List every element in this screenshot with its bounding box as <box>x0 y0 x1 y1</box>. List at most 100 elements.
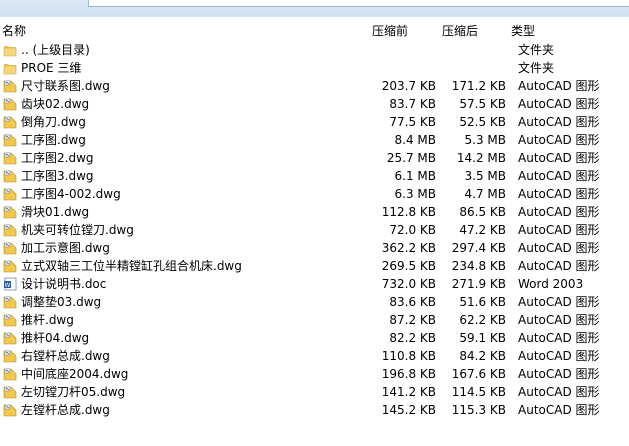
file-name: 齿块02.dwg <box>21 97 90 111</box>
file-name: 机夹可转位镗刀.dwg <box>21 223 134 237</box>
file-row[interactable]: 推杆04.dwg 82.2 KB 59.1 KB AutoCAD 图形 <box>0 329 629 347</box>
file-name: 尺寸联系图.dwg <box>21 79 110 93</box>
file-type: AutoCAD 图形 <box>518 385 600 399</box>
file-row[interactable]: 工序图2.dwg 25.7 MB 14.2 MB AutoCAD 图形 <box>0 149 629 167</box>
size-before: 362.2 KB <box>381 241 436 255</box>
file-row[interactable]: 立式双轴三工位半精镗缸孔组合机床.dwg 269.5 KB 234.8 KB A… <box>0 257 629 275</box>
autocad-file-icon <box>3 205 17 219</box>
file-type: AutoCAD 图形 <box>518 259 600 273</box>
autocad-file-icon <box>3 367 17 381</box>
file-type: Word 2003 <box>518 277 584 291</box>
file-name: PROE 三维 <box>21 61 82 75</box>
address-bar[interactable] <box>88 0 629 7</box>
file-name: 倒角刀.dwg <box>21 115 86 129</box>
size-before: 72.0 KB <box>389 223 436 237</box>
size-after: 59.1 KB <box>459 331 506 345</box>
file-row[interactable]: 倒角刀.dwg 77.5 KB 52.5 KB AutoCAD 图形 <box>0 113 629 131</box>
column-header-before[interactable]: 压缩前 <box>372 22 408 39</box>
file-name: 右镗杆总成.dwg <box>21 349 110 363</box>
file-type: 文件夹 <box>518 61 555 75</box>
file-row[interactable]: 工序图.dwg 8.4 MB 5.3 MB AutoCAD 图形 <box>0 131 629 149</box>
size-after: 86.5 KB <box>459 205 506 219</box>
file-type: AutoCAD 图形 <box>518 151 600 165</box>
size-before: 732.0 KB <box>381 277 436 291</box>
autocad-file-icon <box>3 187 17 201</box>
file-row[interactable]: W 设计说明书.doc 732.0 KB 271.9 KB Word 2003 <box>0 275 629 293</box>
column-header-after[interactable]: 压缩后 <box>442 22 478 39</box>
file-name: 中间底座2004.dwg <box>21 367 129 381</box>
autocad-file-icon <box>3 169 17 183</box>
file-row[interactable]: 工序图4-002.dwg 6.3 MB 4.7 MB AutoCAD 图形 <box>0 185 629 203</box>
size-after: 115.3 KB <box>451 403 506 417</box>
autocad-file-icon <box>3 223 17 237</box>
column-header-name[interactable]: 名称 <box>2 22 26 39</box>
file-row[interactable]: 机夹可转位镗刀.dwg 72.0 KB 47.2 KB AutoCAD 图形 <box>0 221 629 239</box>
size-before: 77.5 KB <box>389 115 436 129</box>
file-type: AutoCAD 图形 <box>518 403 600 417</box>
file-row[interactable]: 调整垫03.dwg 83.6 KB 51.6 KB AutoCAD 图形 <box>0 293 629 311</box>
file-row[interactable]: 工序图3.dwg 6.1 MB 3.5 MB AutoCAD 图形 <box>0 167 629 185</box>
size-after: 14.2 MB <box>456 151 506 165</box>
file-row[interactable]: PROE 三维 文件夹 <box>0 59 629 77</box>
file-row[interactable]: 滑块01.dwg 112.8 KB 86.5 KB AutoCAD 图形 <box>0 203 629 221</box>
file-type: AutoCAD 图形 <box>518 349 600 363</box>
file-type: AutoCAD 图形 <box>518 295 600 309</box>
file-type: AutoCAD 图形 <box>518 97 600 111</box>
file-type: AutoCAD 图形 <box>518 223 600 237</box>
size-before: 112.8 KB <box>381 205 436 219</box>
size-before: 196.8 KB <box>381 367 436 381</box>
size-before: 82.2 KB <box>389 331 436 345</box>
file-type: AutoCAD 图形 <box>518 187 600 201</box>
file-name: .. (上级目录) <box>21 43 90 57</box>
file-name: 立式双轴三工位半精镗缸孔组合机床.dwg <box>21 259 242 273</box>
file-type: AutoCAD 图形 <box>518 115 600 129</box>
file-name: 推杆.dwg <box>21 313 74 327</box>
size-after: 51.6 KB <box>459 295 506 309</box>
autocad-file-icon <box>3 133 17 147</box>
file-type: 文件夹 <box>518 43 555 57</box>
size-before: 141.2 KB <box>381 385 436 399</box>
file-row[interactable]: .. (上级目录) 文件夹 <box>0 41 629 59</box>
autocad-file-icon <box>3 241 17 255</box>
file-type: AutoCAD 图形 <box>518 205 600 219</box>
word-document-icon: W <box>3 277 17 291</box>
size-after: 3.5 MB <box>464 169 506 183</box>
file-row[interactable]: 左镗杆总成.dwg 145.2 KB 115.3 KB AutoCAD 图形 <box>0 401 629 419</box>
folder-icon <box>3 43 17 57</box>
autocad-file-icon <box>3 97 17 111</box>
file-list: .. (上级目录) 文件夹 PROE 三维 文件夹 尺寸联系图.dwg 203.… <box>0 41 629 419</box>
file-name: 左切镗刀杆05.dwg <box>21 385 126 399</box>
size-after: 114.5 KB <box>451 385 506 399</box>
size-after: 62.2 KB <box>459 313 506 327</box>
size-after: 57.5 KB <box>459 97 506 111</box>
file-type: AutoCAD 图形 <box>518 79 600 93</box>
size-before: 110.8 KB <box>381 349 436 363</box>
size-before: 6.3 MB <box>394 187 436 201</box>
file-row[interactable]: 右镗杆总成.dwg 110.8 KB 84.2 KB AutoCAD 图形 <box>0 347 629 365</box>
autocad-file-icon <box>3 331 17 345</box>
size-before: 269.5 KB <box>381 259 436 273</box>
file-row[interactable]: 尺寸联系图.dwg 203.7 KB 171.2 KB AutoCAD 图形 <box>0 77 629 95</box>
file-row[interactable]: 推杆.dwg 87.2 KB 62.2 KB AutoCAD 图形 <box>0 311 629 329</box>
file-type: AutoCAD 图形 <box>518 313 600 327</box>
size-before: 83.7 KB <box>389 97 436 111</box>
size-after: 47.2 KB <box>459 223 506 237</box>
file-name: 左镗杆总成.dwg <box>21 403 110 417</box>
file-name: 滑块01.dwg <box>21 205 90 219</box>
file-row[interactable]: 中间底座2004.dwg 196.8 KB 167.6 KB AutoCAD 图… <box>0 365 629 383</box>
column-header-type[interactable]: 类型 <box>511 22 535 39</box>
file-name: 设计说明书.doc <box>21 277 107 291</box>
file-row[interactable]: 齿块02.dwg 83.7 KB 57.5 KB AutoCAD 图形 <box>0 95 629 113</box>
file-row[interactable]: 加工示意图.dwg 362.2 KB 297.4 KB AutoCAD 图形 <box>0 239 629 257</box>
file-type: AutoCAD 图形 <box>518 241 600 255</box>
file-name: 工序图.dwg <box>21 133 86 147</box>
column-header: 名称 压缩前 压缩后 类型 <box>0 17 629 41</box>
size-after: 234.8 KB <box>451 259 506 273</box>
size-before: 87.2 KB <box>389 313 436 327</box>
autocad-file-icon <box>3 385 17 399</box>
autocad-file-icon <box>3 79 17 93</box>
autocad-file-icon <box>3 349 17 363</box>
file-row[interactable]: 左切镗刀杆05.dwg 141.2 KB 114.5 KB AutoCAD 图形 <box>0 383 629 401</box>
size-before: 25.7 MB <box>386 151 436 165</box>
size-before: 6.1 MB <box>394 169 436 183</box>
